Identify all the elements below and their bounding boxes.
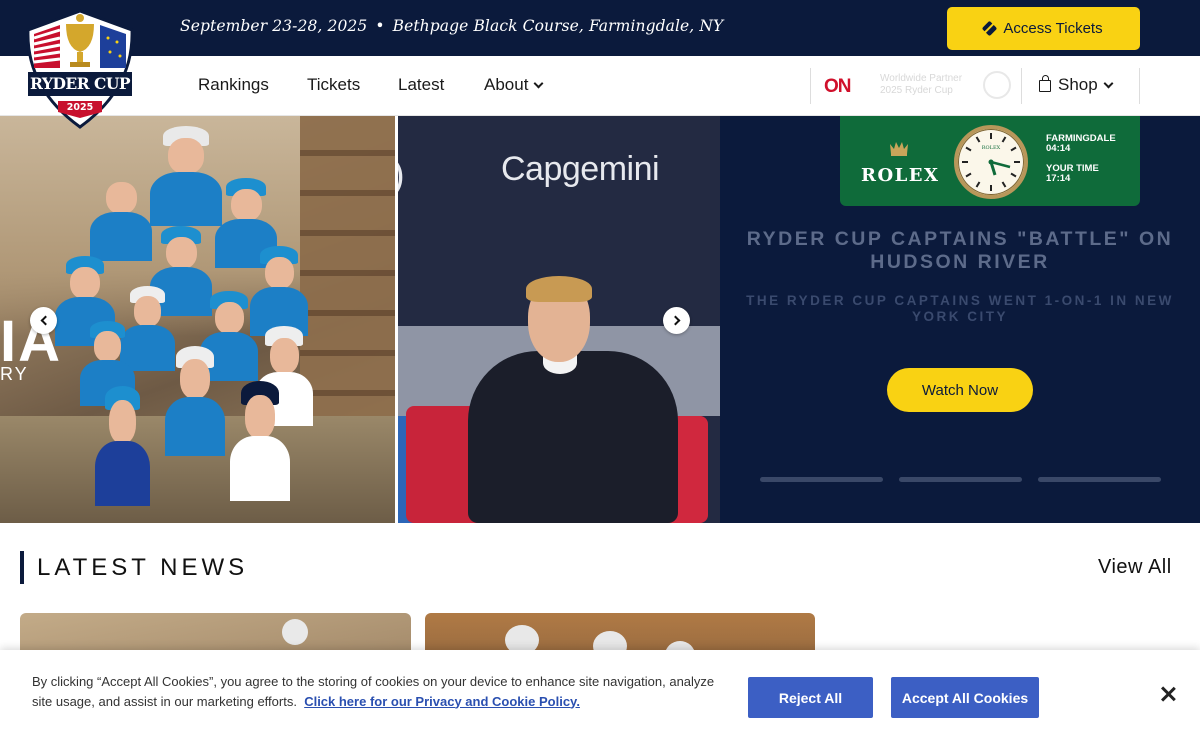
rolex-clock-widget[interactable]: ROLEX ROLEX FARMINGDALE 04:14 YOUR TIME … — [840, 116, 1140, 206]
player-photo — [90, 171, 152, 261]
carousel-indicators — [760, 477, 1161, 482]
capgemini-logo: Capgemini — [501, 150, 660, 188]
brand-bracket: ) — [398, 154, 405, 197]
latest-news-title: LATEST NEWS — [37, 554, 249, 581]
chevron-right-icon — [670, 315, 680, 326]
nav-rankings[interactable]: Rankings — [198, 75, 269, 95]
carousel-indicator[interactable] — [899, 477, 1022, 482]
bmw-logo-icon[interactable] — [983, 71, 1011, 99]
rolex-wordmark: ROLEX — [861, 165, 940, 186]
rolex-crown-icon — [890, 142, 908, 156]
nav-about[interactable]: About — [484, 75, 544, 95]
accept-all-cookies-button[interactable]: Accept All Cookies — [891, 677, 1039, 718]
cookie-text: By clicking “Accept All Cookies”, you ag… — [32, 672, 722, 711]
hero-info-panel: ROLEX ROLEX FARMINGDALE 04:14 YOUR TIME … — [720, 116, 1200, 523]
logo-wordmark: RYDER CUP — [29, 74, 131, 93]
view-all-link[interactable]: View All — [1098, 556, 1172, 579]
player-photo — [250, 246, 308, 336]
latest-news-heading: LATEST NEWS — [20, 551, 248, 584]
clock-face-icon: ROLEX — [954, 125, 1028, 199]
shop-label: Shop — [1058, 75, 1098, 94]
partner-logo[interactable]: ON — [824, 76, 851, 98]
nav-tickets[interactable]: Tickets — [307, 75, 360, 95]
reject-all-button[interactable]: Reject All — [748, 677, 873, 718]
shop-menu[interactable]: Shop — [1039, 75, 1114, 95]
partner-line2: 2025 Ryder Cup — [880, 85, 953, 96]
ryder-cup-logo[interactable]: RYDER CUP 2025 — [20, 8, 140, 130]
partner-caption: Worldwide Partner 2025 Ryder Cup — [880, 73, 962, 97]
slide-subtitle-fragment: RY — [0, 364, 29, 384]
user-time: YOUR TIME 17:14 — [1046, 164, 1099, 184]
captain-photo — [468, 351, 678, 523]
event-venue: Bethpage Black Course, Farmingdale, NY — [392, 17, 724, 35]
watch-now-button[interactable]: Watch Now — [887, 368, 1033, 412]
shopping-bag-icon — [1039, 75, 1051, 92]
privacy-policy-link[interactable]: Click here for our Privacy and Cookie Po… — [304, 694, 580, 709]
dial-brand: ROLEX — [981, 145, 1001, 151]
card-image — [282, 619, 308, 645]
access-tickets-label: Access Tickets — [1003, 20, 1103, 37]
hero-subheadline: THE RYDER CUP CAPTAINS WENT 1-ON-1 IN NE… — [746, 293, 1174, 324]
event-separator: • — [375, 17, 385, 35]
player-photo — [230, 381, 290, 501]
captain-hair — [526, 276, 592, 302]
player-photo — [165, 346, 225, 456]
player-photo — [150, 126, 222, 226]
ticket-icon — [982, 20, 998, 37]
carousel-indicator[interactable] — [760, 477, 883, 482]
carousel-next-button[interactable] — [663, 307, 690, 334]
top-bar: September 23-28, 2025 • Bethpage Black Cou… — [0, 0, 1200, 56]
chevron-left-icon — [40, 315, 50, 326]
hero-headline: RYDER CUP CAPTAINS "BATTLE" ON HUDSON RI… — [746, 228, 1174, 273]
nav-latest[interactable]: Latest — [398, 75, 444, 95]
event-info: September 23-28, 2025 • Bethpage Black Cou… — [180, 17, 723, 35]
event-date: September 23-28, 2025 — [180, 17, 368, 35]
nav-divider — [810, 68, 811, 104]
main-nav: Rankings Tickets Latest About ON Worldwi… — [0, 56, 1200, 116]
access-tickets-button[interactable]: Access Tickets — [947, 7, 1140, 50]
partner-line1: Worldwide Partner — [880, 73, 963, 84]
chevron-down-icon — [533, 78, 544, 88]
user-time-value: 17:14 — [1046, 173, 1071, 184]
carousel-prev-button[interactable] — [30, 307, 57, 334]
hero-carousel: IA RY ) Capgemini R — [0, 116, 1200, 523]
location-time: FARMINGDALE 04:14 — [1046, 134, 1116, 154]
player-photo — [95, 386, 150, 506]
close-icon[interactable] — [1158, 684, 1178, 704]
location-time-value: 04:14 — [1046, 143, 1071, 154]
chevron-down-icon — [1103, 78, 1114, 88]
hero-slide-team[interactable]: IA RY — [0, 116, 395, 523]
cookie-banner: By clicking “Accept All Cookies”, you ag… — [0, 650, 1200, 740]
nav-divider — [1139, 68, 1140, 104]
nav-divider — [1021, 68, 1022, 104]
logo-year: 2025 — [66, 102, 94, 113]
nav-about-label: About — [484, 75, 529, 94]
carousel-indicator[interactable] — [1038, 477, 1161, 482]
